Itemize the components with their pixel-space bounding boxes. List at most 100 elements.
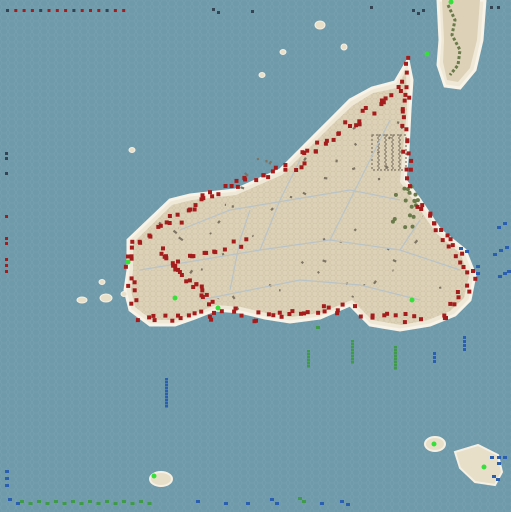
- unit-marker[interactable]: [165, 381, 168, 384]
- unit-marker[interactable]: [5, 242, 8, 245]
- unit-marker[interactable]: [231, 239, 236, 244]
- unit-marker[interactable]: [382, 313, 387, 318]
- unit-marker[interactable]: [261, 173, 266, 178]
- unit-marker[interactable]: [212, 310, 216, 315]
- unit-marker[interactable]: [207, 302, 211, 307]
- unit-marker[interactable]: [163, 313, 168, 318]
- unit-marker[interactable]: [151, 313, 156, 318]
- unit-marker[interactable]: [129, 276, 134, 281]
- unit-marker[interactable]: [191, 254, 196, 259]
- unit-marker[interactable]: [346, 503, 350, 506]
- selected-unit-marker[interactable]: [215, 305, 221, 311]
- unit-marker[interactable]: [503, 456, 507, 459]
- unit-marker[interactable]: [179, 220, 184, 225]
- unit-marker[interactable]: [283, 163, 288, 167]
- unit-marker[interactable]: [370, 315, 375, 320]
- unit-marker[interactable]: [492, 475, 496, 478]
- unit-marker[interactable]: [433, 228, 438, 233]
- unit-marker[interactable]: [55, 9, 59, 12]
- selected-unit-marker[interactable]: [481, 464, 487, 470]
- unit-marker[interactable]: [164, 256, 169, 261]
- unit-marker[interactable]: [212, 8, 215, 11]
- unit-marker[interactable]: [322, 309, 327, 314]
- unit-marker[interactable]: [45, 502, 50, 505]
- unit-marker[interactable]: [28, 502, 33, 505]
- unit-marker[interactable]: [406, 55, 411, 60]
- unit-marker[interactable]: [335, 311, 340, 316]
- unit-marker[interactable]: [393, 313, 398, 318]
- unit-marker[interactable]: [200, 288, 205, 293]
- unit-marker[interactable]: [64, 9, 68, 12]
- unit-marker[interactable]: [336, 131, 341, 136]
- unit-marker[interactable]: [229, 184, 234, 188]
- unit-marker[interactable]: [20, 500, 24, 503]
- unit-marker[interactable]: [243, 177, 248, 182]
- unit-marker[interactable]: [134, 298, 139, 303]
- unit-marker[interactable]: [5, 237, 8, 240]
- unit-marker[interactable]: [307, 362, 310, 365]
- unit-marker[interactable]: [80, 9, 84, 12]
- unit-marker[interactable]: [465, 283, 470, 288]
- unit-marker[interactable]: [5, 152, 8, 155]
- unit-marker[interactable]: [499, 249, 503, 252]
- unit-marker[interactable]: [202, 250, 207, 255]
- unit-marker[interactable]: [5, 484, 9, 487]
- unit-marker[interactable]: [498, 275, 502, 278]
- unit-marker[interactable]: [5, 258, 8, 261]
- unit-marker[interactable]: [428, 213, 433, 218]
- unit-marker[interactable]: [302, 500, 306, 503]
- unit-marker[interactable]: [465, 250, 469, 253]
- unit-marker[interactable]: [277, 310, 282, 315]
- unit-marker[interactable]: [219, 309, 224, 314]
- unit-marker[interactable]: [139, 500, 143, 503]
- unit-marker[interactable]: [465, 270, 470, 275]
- unit-marker[interactable]: [351, 346, 354, 349]
- unit-marker[interactable]: [400, 107, 405, 112]
- unit-marker[interactable]: [122, 9, 126, 12]
- unit-marker[interactable]: [320, 502, 324, 505]
- unit-marker[interactable]: [404, 167, 409, 172]
- unit-marker[interactable]: [165, 378, 168, 381]
- unit-marker[interactable]: [307, 356, 310, 359]
- unit-marker[interactable]: [266, 175, 271, 180]
- unit-marker[interactable]: [351, 343, 354, 346]
- unit-marker[interactable]: [126, 283, 131, 288]
- unit-marker[interactable]: [270, 169, 275, 174]
- unit-marker[interactable]: [357, 119, 362, 124]
- unit-marker[interactable]: [348, 124, 352, 128]
- unit-marker[interactable]: [217, 11, 220, 14]
- unit-marker[interactable]: [372, 111, 377, 116]
- unit-marker[interactable]: [113, 502, 118, 505]
- unit-marker[interactable]: [5, 157, 8, 160]
- unit-marker[interactable]: [5, 470, 9, 473]
- unit-marker[interactable]: [5, 172, 8, 175]
- unit-marker[interactable]: [463, 348, 466, 351]
- unit-marker[interactable]: [252, 319, 257, 324]
- unit-marker[interactable]: [404, 70, 409, 75]
- unit-marker[interactable]: [232, 309, 237, 314]
- unit-marker[interactable]: [305, 310, 310, 315]
- unit-marker[interactable]: [394, 346, 397, 349]
- unit-marker[interactable]: [404, 61, 408, 66]
- unit-marker[interactable]: [165, 402, 168, 405]
- unit-marker[interactable]: [210, 299, 215, 304]
- unit-marker[interactable]: [396, 85, 401, 89]
- selected-unit-marker[interactable]: [424, 51, 430, 57]
- unit-marker[interactable]: [351, 349, 354, 352]
- unit-marker[interactable]: [239, 313, 244, 318]
- unit-marker[interactable]: [358, 314, 363, 319]
- unit-marker[interactable]: [199, 309, 204, 314]
- unit-marker[interactable]: [307, 365, 310, 368]
- unit-marker[interactable]: [497, 6, 500, 9]
- unit-marker[interactable]: [283, 167, 288, 172]
- unit-marker[interactable]: [445, 233, 450, 238]
- unit-marker[interactable]: [302, 311, 306, 316]
- selected-unit-marker[interactable]: [431, 441, 437, 447]
- unit-marker[interactable]: [420, 203, 425, 208]
- unit-marker[interactable]: [351, 361, 354, 364]
- unit-marker[interactable]: [394, 358, 397, 361]
- unit-marker[interactable]: [433, 360, 436, 363]
- unit-marker[interactable]: [210, 194, 215, 199]
- unit-marker[interactable]: [419, 317, 423, 322]
- unit-marker[interactable]: [490, 6, 493, 9]
